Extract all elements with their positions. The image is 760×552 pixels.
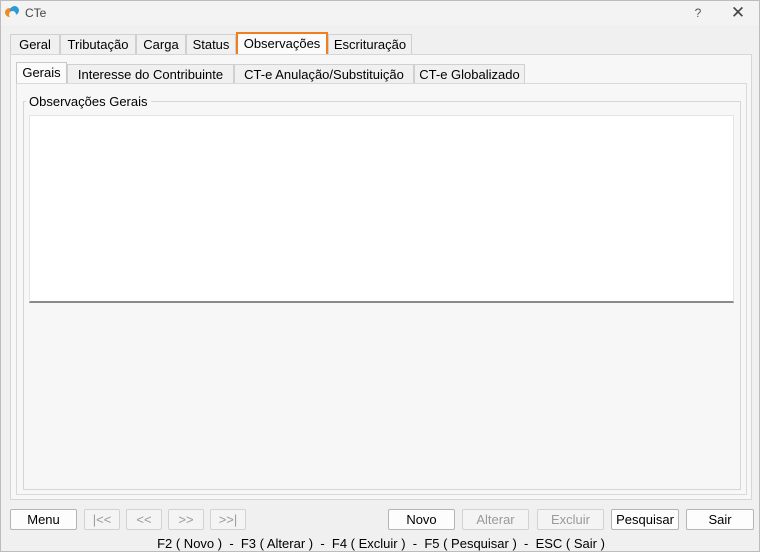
observacoes-gerais-textarea[interactable] (29, 115, 734, 303)
menu-button[interactable]: Menu (10, 509, 77, 530)
tab-observacoes[interactable]: Observações (236, 32, 328, 56)
tab-tributacao[interactable]: Tributação (60, 34, 136, 54)
last-record-button[interactable]: >>| (210, 509, 246, 530)
tab-escrituracao[interactable]: Escrituração (328, 34, 412, 54)
subtab-interesse-contribuinte[interactable]: Interesse do Contribuinte (67, 64, 234, 84)
sair-button[interactable]: Sair (686, 509, 754, 530)
title-bar: CTe ? ✕ (1, 1, 759, 25)
keyboard-shortcuts-bar: F2 ( Novo ) - F3 ( Alterar ) - F4 ( Excl… (157, 536, 605, 551)
cte-window: CTe ? ✕ Geral Tributação Carga Status Ob… (0, 0, 760, 552)
observacoes-gerais-label: Observações Gerais (26, 94, 151, 109)
window-title: CTe (25, 6, 47, 20)
subtab-cte-anulacao-substituicao[interactable]: CT-e Anulação/Substituição (234, 64, 414, 84)
excluir-button[interactable]: Excluir (537, 509, 604, 530)
close-button[interactable]: ✕ (727, 2, 749, 24)
subtab-cte-globalizado[interactable]: CT-e Globalizado (414, 64, 525, 84)
tab-geral[interactable]: Geral (10, 34, 60, 54)
tab-carga[interactable]: Carga (136, 34, 186, 54)
next-record-button[interactable]: >> (168, 509, 204, 530)
app-logo-icon (5, 6, 19, 20)
tab-status[interactable]: Status (186, 34, 236, 54)
previous-record-button[interactable]: << (126, 509, 162, 530)
help-button[interactable]: ? (689, 4, 707, 22)
first-record-button[interactable]: |<< (84, 509, 120, 530)
alterar-button[interactable]: Alterar (462, 509, 529, 530)
subtab-gerais[interactable]: Gerais (16, 62, 67, 84)
novo-button[interactable]: Novo (388, 509, 455, 530)
pesquisar-button[interactable]: Pesquisar (611, 509, 679, 530)
